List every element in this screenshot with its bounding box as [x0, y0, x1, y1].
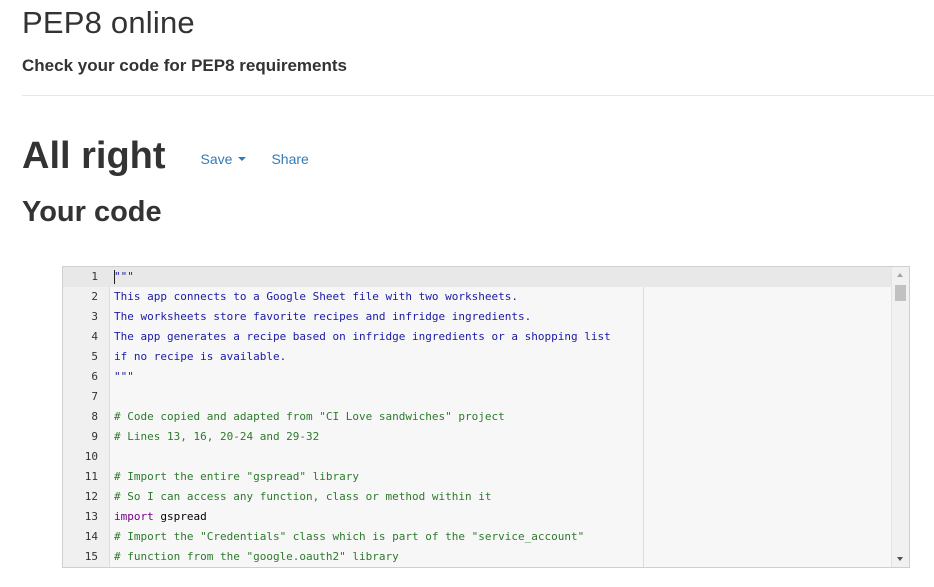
- header-divider: [22, 95, 934, 96]
- line-code: # So I can access any function, class or…: [114, 490, 492, 503]
- scroll-up-arrow-icon[interactable]: [897, 273, 903, 277]
- result-row: All right Save Share: [22, 131, 309, 181]
- code-lines[interactable]: 1 """ 2 This app connects to a Google Sheet…: [63, 267, 892, 567]
- line-number: 10: [84, 450, 98, 463]
- app-title: PEP8 online: [22, 5, 195, 40]
- app-subtitle: Check your code for PEP8 requirements: [22, 56, 347, 75]
- text-cursor: [114, 270, 115, 284]
- code-section-heading: Your code: [22, 196, 162, 228]
- scrollbar-thumb[interactable]: [895, 285, 906, 301]
- save-label: Save: [200, 151, 233, 167]
- code-line[interactable]: 13 import gspread: [63, 507, 892, 527]
- line-code: """: [114, 370, 134, 383]
- code-line[interactable]: 5 if no recipe is available.: [63, 347, 892, 367]
- share-link[interactable]: Share: [271, 151, 308, 167]
- page: PEP8 online Check your code for PEP8 req…: [0, 0, 934, 587]
- line-code: # Lines 13, 16, 20-24 and 29-32: [114, 430, 320, 443]
- line-number: 15: [84, 550, 98, 563]
- line-number: 7: [91, 390, 98, 403]
- line-code: """: [114, 270, 134, 283]
- code-line[interactable]: 4 The app generates a recipe based on inf…: [63, 327, 892, 347]
- save-dropdown-button[interactable]: Save: [201, 151, 247, 167]
- code-line[interactable]: 6 """: [63, 367, 892, 387]
- line-code: # Code copied and adapted from "CI Love …: [114, 410, 505, 423]
- code-line[interactable]: 3 The worksheets store favorite recipes a…: [63, 307, 892, 327]
- code-line[interactable]: 10: [63, 447, 892, 467]
- code-line[interactable]: 7: [63, 387, 892, 407]
- line-number: 4: [91, 330, 98, 343]
- line-number: 6: [91, 370, 98, 383]
- line-number: 1: [91, 270, 98, 283]
- line-number: 14: [84, 530, 98, 543]
- line-number: 5: [91, 350, 98, 363]
- name-token: gspread: [153, 510, 207, 523]
- line-code: if no recipe is available.: [114, 350, 287, 363]
- line-code: The app generates a recipe based on infr…: [114, 330, 611, 343]
- scroll-down-arrow-icon[interactable]: [897, 557, 903, 561]
- line-number: 13: [84, 510, 98, 523]
- line-number: 3: [91, 310, 98, 323]
- keyword-token: import: [114, 510, 154, 523]
- line-code: The worksheets store favorite recipes an…: [114, 310, 532, 323]
- line-code: # Import the "Credentials" class which i…: [114, 530, 585, 543]
- code-line[interactable]: 9 # Lines 13, 16, 20-24 and 29-32: [63, 427, 892, 447]
- code-line[interactable]: 12 # So I can access any function, class …: [63, 487, 892, 507]
- code-line[interactable]: 2 This app connects to a Google Sheet fil…: [63, 287, 892, 307]
- line-number: 8: [91, 410, 98, 423]
- line-code: import gspread: [98, 507, 892, 527]
- code-line[interactable]: 15 # function from the "google.oauth2" li…: [63, 547, 892, 567]
- result-status-heading: All right: [22, 135, 166, 177]
- code-line[interactable]: 11 # Import the entire "gspread" library: [63, 467, 892, 487]
- line-code: This app connects to a Google Sheet file…: [114, 290, 518, 303]
- line-code: # function from the "google.oauth2" libr…: [114, 550, 399, 563]
- line-number: 9: [91, 430, 98, 443]
- line-code: # Import the entire "gspread" library: [114, 470, 360, 483]
- code-editor[interactable]: 1 """ 2 This app connects to a Google Sheet…: [62, 266, 910, 568]
- line-number: 2: [91, 290, 98, 303]
- code-line[interactable]: 8 # Code copied and adapted from "CI Love…: [63, 407, 892, 427]
- code-line[interactable]: 14 # Import the "Credentials" class which…: [63, 527, 892, 547]
- caret-down-icon: [238, 157, 247, 161]
- vertical-scrollbar[interactable]: [891, 267, 909, 567]
- line-number: 12: [84, 490, 98, 503]
- code-line[interactable]: 1 """: [63, 267, 892, 287]
- line-number: 11: [84, 470, 98, 483]
